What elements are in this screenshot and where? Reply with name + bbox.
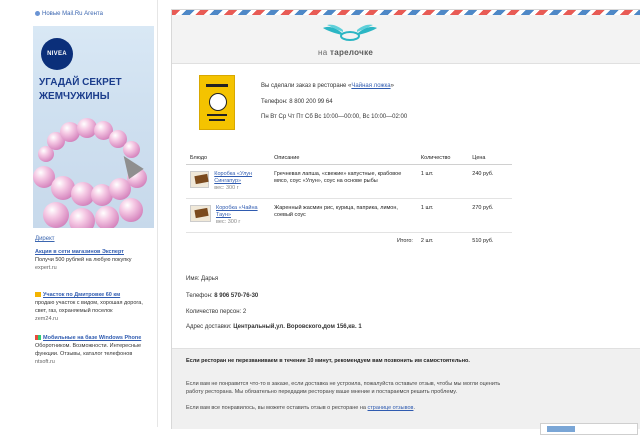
ad-block[interactable]: Мобильные на базе Windows Phone Оборотни… [35, 334, 153, 366]
customer-phone: Телефон: 8 906 570-76-30 [186, 293, 259, 299]
nivea-logo: NIVEA [41, 38, 73, 70]
totals-row: Итого: 2 шт. 510 руб. [186, 233, 512, 252]
ad-url[interactable]: expert.ru [35, 264, 153, 272]
dish-thumbnail[interactable] [190, 171, 210, 188]
table-row: Коробка «Чайна Таун» вес: 300 г Жаренный… [186, 198, 512, 233]
footer-note-feedback: Если вам не понравится что-то в заказе, … [186, 381, 501, 395]
reviews-link[interactable]: странице отзывов [368, 405, 414, 411]
total-label: Итого: [396, 238, 413, 244]
ad-block[interactable]: Участок по Дмитровке 60 км продаю участо… [35, 291, 153, 323]
mail-agent-link[interactable]: Новые Mail.Ru Агента [35, 11, 103, 17]
dish-qty: 1 шт. [416, 198, 469, 233]
ad-url[interactable]: ntsoft.ru [35, 358, 153, 366]
customer-address: Адрес доставки: Центральный,ул. Воровско… [186, 324, 362, 330]
table-row: Коробка «Улун Сингапур» вес: 300 г Гречн… [186, 164, 512, 199]
ad-block[interactable]: Акция в сети магазинов Эксперт Получи 50… [35, 248, 153, 272]
ad-icon [35, 292, 41, 297]
ad-title[interactable]: Участок по Дмитровке 60 км [35, 291, 153, 299]
dish-thumbnail[interactable] [190, 205, 211, 222]
dish-name[interactable]: Коробка «Чайна Таун» [216, 205, 266, 219]
banner-headline: УГАДАЙ СЕКРЕТ ЖЕМЧУЖИНЫ [39, 77, 122, 102]
pearl [95, 206, 119, 228]
pearl [69, 208, 95, 228]
dish-description: Гречневая лапша, «свежие» капустные, кра… [270, 164, 417, 199]
dish-qty: 1 шт. [416, 164, 469, 199]
col-quantity: Количество [416, 152, 469, 165]
customer-persons: Количество персон: 2 [186, 309, 247, 315]
order-items-table: Блюдо Описание Количество Цена Коробка «… [186, 152, 512, 251]
order-email-card: на тарелочке Вы сделали заказ в ресторан… [171, 9, 640, 435]
customer-name: Имя: Дарья [186, 276, 219, 282]
col-dish: Блюдо [186, 152, 271, 165]
restaurant-link[interactable]: Чайная ложка [351, 83, 390, 89]
col-price: Цена [468, 152, 512, 165]
dish-description: Жаренный жасмин рис, курица, паприка, ли… [270, 198, 417, 233]
footer-note-review: Если вам все понравилось, вы можете оста… [186, 405, 415, 411]
direct-label[interactable]: Директ [35, 236, 55, 242]
email-header: на тарелочке [172, 15, 640, 64]
total-price: 510 руб. [472, 238, 494, 244]
footer-note-call: Если ресторан не перезваниваем в течение… [186, 358, 470, 364]
email-footer: Если ресторан не перезваниваем в течение… [172, 348, 640, 435]
dish-price: 240 руб. [468, 164, 512, 199]
dish-price: 270 руб. [468, 198, 512, 233]
total-qty: 2 шт. [420, 238, 434, 244]
windows-icon [35, 335, 41, 340]
dish-weight: вес: 300 г [214, 185, 239, 191]
ad-title[interactable]: Акция в сети магазинов Эксперт [35, 248, 153, 256]
logo-text[interactable]: на тарелочке [318, 48, 373, 57]
ad-text: Получи 500 рублей на любую покупку [35, 257, 132, 263]
mail-logo-button[interactable] [540, 423, 638, 435]
left-column: Новые Mail.Ru Агента NIVEA УГАДАЙ СЕКРЕТ… [0, 0, 158, 427]
pearl [119, 198, 143, 222]
ad-text: Оборотником. Возможности. Интересные фун… [35, 343, 142, 357]
agent-icon [35, 11, 40, 16]
ad-text: продаю участок с видом, хорошая дорога, … [35, 300, 143, 314]
ad-url[interactable]: zem24.ru [35, 315, 153, 323]
restaurant-phone: Телефон: 8 800 200 99 64 [261, 99, 333, 105]
order-intro: Вы сделали заказ в ресторане «Чайная лож… [261, 83, 394, 89]
nivea-banner[interactable]: NIVEA УГАДАЙ СЕКРЕТ ЖЕМЧУЖИНЫ [33, 26, 154, 228]
pearl [43, 202, 69, 228]
col-description: Описание [270, 152, 417, 165]
na-tarelochke-logo-icon [323, 24, 377, 41]
restaurant-menu-image [199, 75, 235, 130]
dish-name[interactable]: Коробка «Улун Сингапур» [214, 171, 266, 185]
ad-title[interactable]: Мобильные на базе Windows Phone [35, 334, 153, 342]
dish-weight: вес: 300 г [215, 219, 241, 225]
restaurant-hours: Пн Вт Ср Чт Пт Сб Вс 10:00—00:00, Вс 10:… [261, 114, 408, 120]
